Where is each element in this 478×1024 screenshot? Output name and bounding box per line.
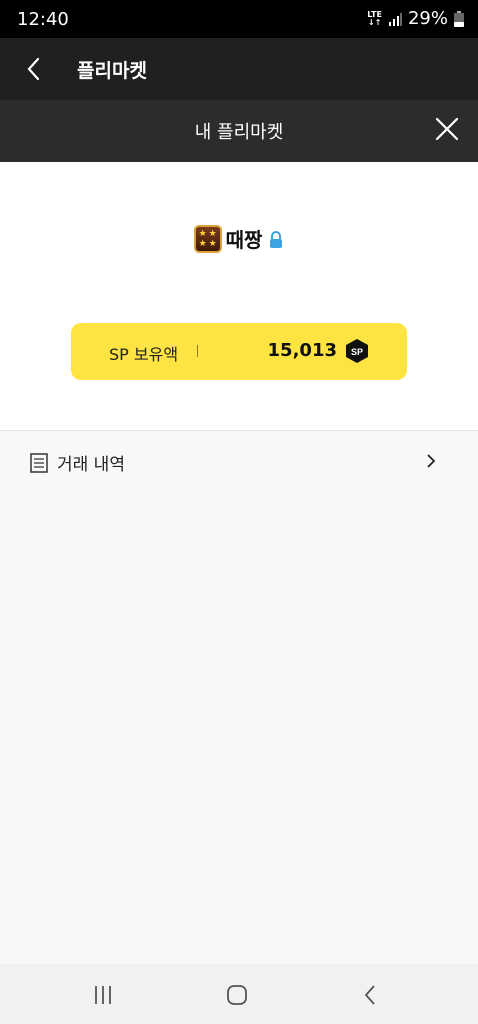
svg-text:SP: SP bbox=[351, 347, 363, 357]
home-icon[interactable] bbox=[224, 982, 250, 1008]
nickname: 때짱 bbox=[225, 228, 263, 252]
system-nav-bar bbox=[0, 964, 478, 1024]
sp-balance-value: 15,013 bbox=[267, 340, 337, 361]
rank-badge-icon: ★ ★ ★ ★ bbox=[193, 224, 222, 253]
status-bar: 12:40 LTE ↓↑ 29% bbox=[0, 0, 478, 38]
sp-coin-icon: SP bbox=[346, 339, 368, 363]
chevron-left-icon[interactable] bbox=[20, 53, 52, 85]
sub-header: 내 플리마켓 bbox=[0, 100, 478, 162]
sp-balance-card: SP 보유액 15,013 SP bbox=[71, 323, 407, 380]
signal-icon bbox=[388, 12, 402, 26]
document-icon bbox=[30, 453, 48, 473]
battery-icon bbox=[454, 10, 464, 27]
transaction-history-label: 거래 내역 bbox=[57, 455, 125, 475]
chevron-right-icon bbox=[427, 454, 436, 468]
sub-header-title: 내 플리마켓 bbox=[194, 122, 284, 143]
app-title: 플리마켓 bbox=[77, 60, 147, 82]
close-icon[interactable] bbox=[432, 114, 462, 144]
status-time: 12:40 bbox=[17, 9, 69, 30]
status-indicators: LTE ↓↑ 29% bbox=[367, 8, 464, 29]
back-icon[interactable] bbox=[358, 982, 384, 1008]
sp-divider bbox=[197, 345, 198, 357]
sp-balance-label: SP 보유액 bbox=[109, 345, 179, 364]
profile-row: ★ ★ ★ ★ 때짱 bbox=[0, 224, 478, 253]
battery-percent: 29% bbox=[407, 8, 448, 29]
lock-icon bbox=[270, 230, 283, 248]
lte-icon: LTE ↓↑ bbox=[367, 9, 382, 27]
transaction-history-row[interactable]: 거래 내역 bbox=[0, 431, 478, 491]
profile-section: ★ ★ ★ ★ 때짱 SP 보유액 15,013 SP bbox=[0, 162, 478, 430]
app-header: 플리마켓 bbox=[0, 38, 478, 100]
recent-apps-icon[interactable] bbox=[90, 982, 116, 1008]
